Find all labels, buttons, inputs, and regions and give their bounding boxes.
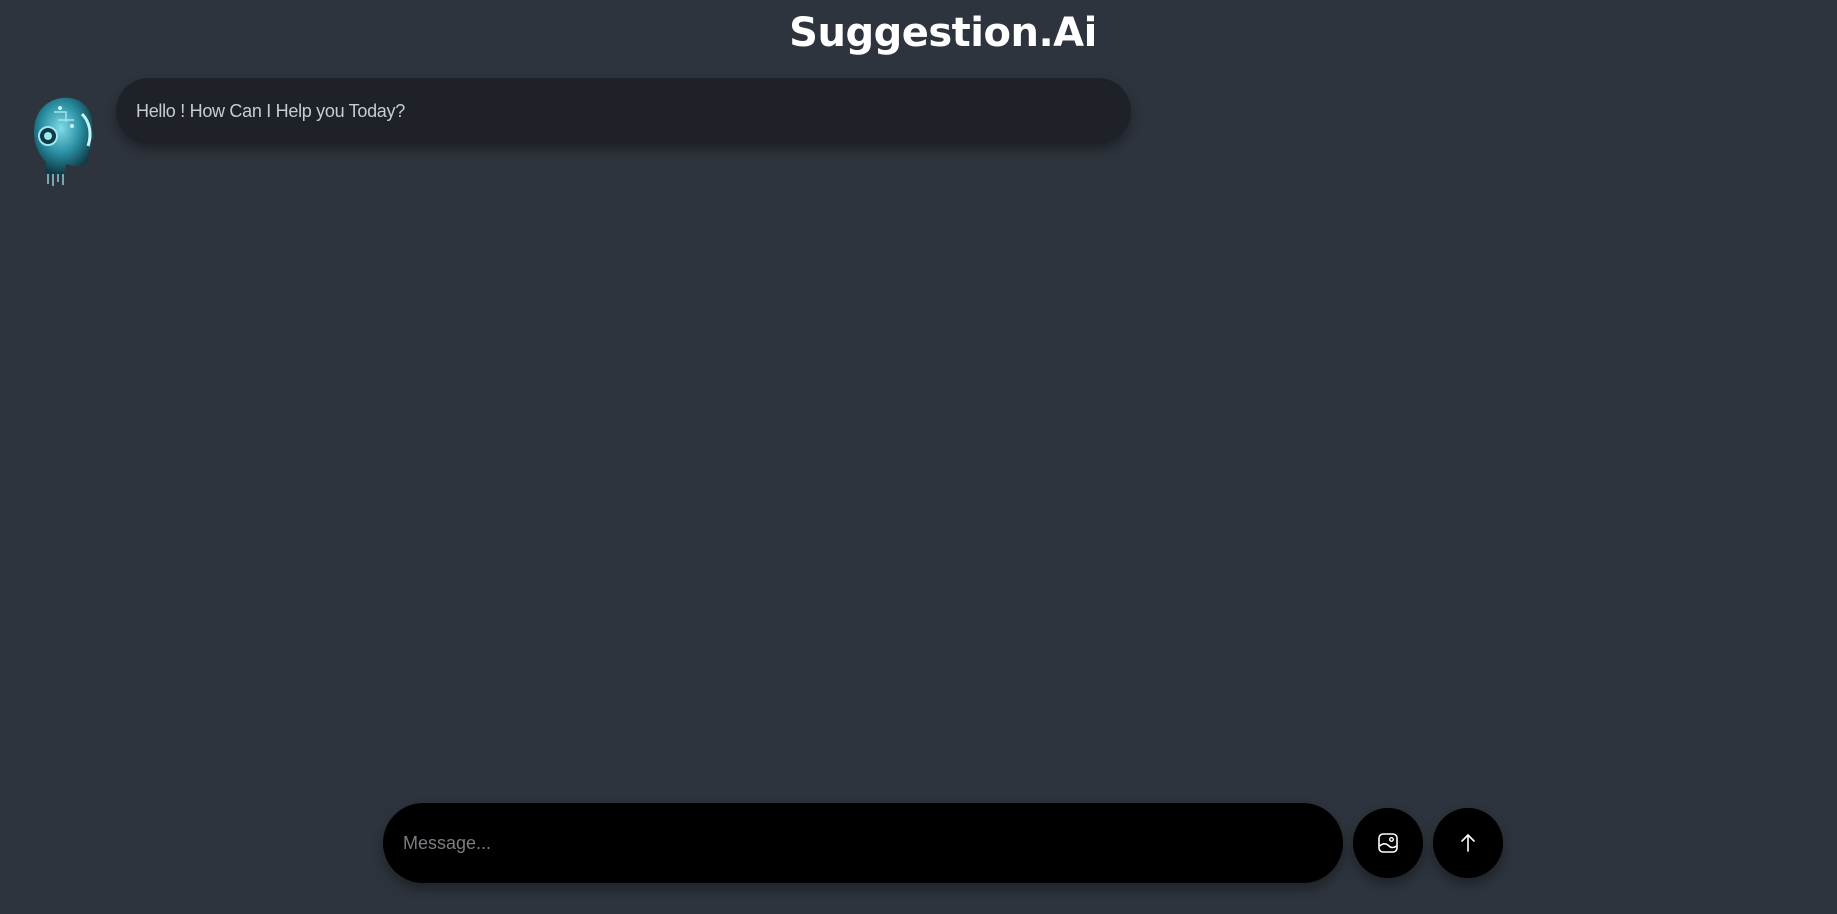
image-upload-icon [1378,833,1398,853]
message-input[interactable] [403,832,1343,854]
bot-message-bubble: Hello ! How Can I Help you Today? [116,78,1131,144]
bot-message-text: Hello ! How Can I Help you Today? [136,100,405,121]
chat-app: Suggestion.Ai Hello ! How Can I Help you… [0,0,1837,914]
send-button[interactable] [1433,808,1503,878]
message-input-wrapper [383,803,1343,883]
app-title: Suggestion.Ai [789,10,1097,56]
message-composer [383,803,1503,883]
robot-head-avatar-icon [24,92,96,186]
arrow-up-icon [1461,834,1475,852]
bot-message-row: Hello ! How Can I Help you Today? [24,78,1131,186]
image-upload-button[interactable] [1353,808,1423,878]
